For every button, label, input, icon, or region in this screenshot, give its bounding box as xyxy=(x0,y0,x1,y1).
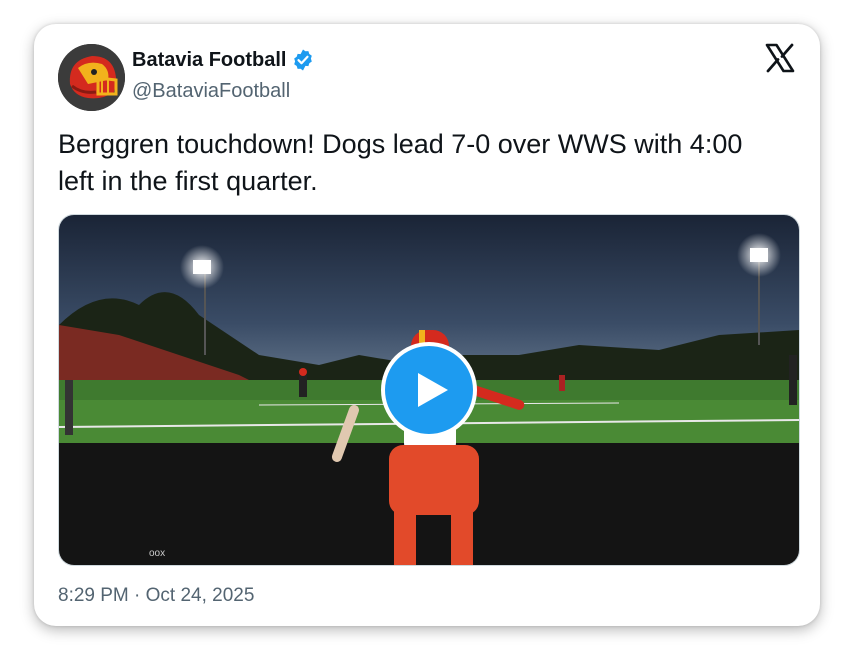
display-name[interactable]: Batavia Football xyxy=(132,49,286,72)
tweet-text: Berggren touchdown! Dogs lead 7-0 over W… xyxy=(58,126,798,200)
name-row: Batavia Football xyxy=(132,48,315,72)
x-logo-icon[interactable] xyxy=(764,42,796,74)
tweet-text-line-2: left in the first quarter. xyxy=(58,166,318,196)
video-thumbnail[interactable]: oox xyxy=(58,214,800,566)
tweet-text-line-1: Berggren touchdown! Dogs lead 7-0 over W… xyxy=(58,129,743,159)
bulldog-helmet-avatar-icon xyxy=(58,44,125,111)
verified-badge-icon xyxy=(294,49,313,71)
tweet-timestamp[interactable]: 8:29 PM · Oct 24, 2025 xyxy=(58,585,254,607)
svg-text:oox: oox xyxy=(149,548,165,559)
handle[interactable]: @BataviaFootball xyxy=(132,80,290,103)
tweet-card: Batavia Football @BataviaFootball Berggr… xyxy=(34,24,820,626)
play-icon xyxy=(418,373,448,407)
avatar[interactable] xyxy=(58,44,125,111)
play-button[interactable] xyxy=(381,342,477,438)
